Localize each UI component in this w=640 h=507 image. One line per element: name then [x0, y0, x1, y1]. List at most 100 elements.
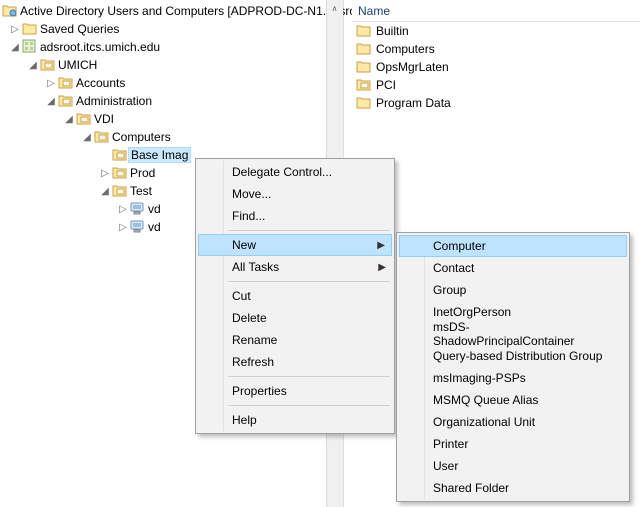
menu-item-label: Rename	[232, 333, 277, 347]
expander-icon[interactable]: ◢	[98, 186, 112, 197]
menu-new-ou[interactable]: Organizational Unit	[399, 411, 627, 433]
tree-item-label: VDI	[92, 111, 116, 127]
list-item-label: Computers	[376, 42, 435, 56]
tree-item-accounts[interactable]: ▷ Accounts	[2, 74, 343, 92]
tree-item-label: vd	[146, 219, 163, 235]
tree-item-label: vd	[146, 201, 163, 217]
menu-item-label: All Tasks	[232, 260, 279, 274]
menu-delete[interactable]: Delete	[198, 307, 392, 329]
list-item-label: OpsMgrLaten	[376, 60, 449, 74]
expander-icon[interactable]: ▷	[116, 204, 130, 215]
menu-cut[interactable]: Cut	[198, 285, 392, 307]
list-item[interactable]: Builtin	[352, 22, 640, 40]
column-header-name[interactable]: Name	[352, 0, 640, 22]
ou-icon	[58, 93, 74, 109]
menu-item-label: Query-based Distribution Group	[433, 349, 602, 363]
ou-icon	[112, 183, 128, 199]
tree-item-label: Base Imag	[128, 147, 191, 163]
menu-item-label: Computer	[433, 239, 486, 253]
list-item-label: Builtin	[376, 24, 409, 38]
container-icon	[356, 41, 372, 57]
container-icon	[356, 59, 372, 75]
tree-item-vdi[interactable]: ◢ VDI	[2, 110, 343, 128]
computer-icon	[130, 219, 146, 235]
menu-new[interactable]: New ▶	[198, 234, 392, 256]
menu-properties[interactable]: Properties	[198, 380, 392, 402]
list-item-label: PCI	[376, 78, 396, 92]
list-body: Builtin Computers OpsMgrLaten PCI Progra…	[352, 22, 640, 112]
container-icon	[356, 23, 372, 39]
expander-icon[interactable]: ◢	[80, 132, 94, 143]
menu-new-msmq-queue-alias[interactable]: MSMQ Queue Alias	[399, 389, 627, 411]
menu-item-label: InetOrgPerson	[433, 305, 511, 319]
menu-new-query-group[interactable]: Query-based Distribution Group	[399, 345, 627, 367]
domain-icon	[22, 39, 38, 55]
menu-item-label: New	[232, 238, 256, 252]
ou-icon	[94, 129, 110, 145]
expander-icon[interactable]: ◢	[44, 96, 58, 107]
menu-new-group[interactable]: Group	[399, 279, 627, 301]
submenu-arrow-icon: ▶	[377, 240, 385, 251]
expander-icon[interactable]: ◢	[8, 42, 22, 53]
ou-icon	[58, 75, 74, 91]
context-menu: Delegate Control... Move... Find... New …	[195, 158, 395, 434]
menu-refresh[interactable]: Refresh	[198, 351, 392, 373]
submenu-new: Computer Contact Group InetOrgPerson msD…	[396, 232, 630, 502]
tree-item-saved-queries[interactable]: ▷ Saved Queries	[2, 20, 343, 38]
tree-item-domain[interactable]: ◢ adsroot.itcs.umich.edu	[2, 38, 343, 56]
menu-item-label: Delegate Control...	[232, 165, 332, 179]
list-item[interactable]: Program Data	[352, 94, 640, 112]
ou-icon	[356, 77, 372, 93]
menu-item-label: Group	[433, 283, 466, 297]
menu-item-label: Contact	[433, 261, 474, 275]
menu-new-msds-shadow[interactable]: msDS-ShadowPrincipalContainer	[399, 323, 627, 345]
tree-item-computers[interactable]: ◢ Computers	[2, 128, 343, 146]
tree-item-label: Prod	[128, 165, 157, 181]
menu-new-computer[interactable]: Computer	[399, 235, 627, 257]
menu-new-msimaging-psps[interactable]: msImaging-PSPs	[399, 367, 627, 389]
expander-icon[interactable]: ▷	[98, 168, 112, 179]
tree-item-label: adsroot.itcs.umich.edu	[38, 39, 162, 55]
menu-item-label: Printer	[433, 437, 468, 451]
tree-item-label: Administration	[74, 93, 154, 109]
list-item-label: Program Data	[376, 96, 451, 110]
menu-new-contact[interactable]: Contact	[399, 257, 627, 279]
container-icon	[356, 95, 372, 111]
menu-new-printer[interactable]: Printer	[399, 433, 627, 455]
ou-icon	[112, 147, 128, 163]
submenu-arrow-icon: ▶	[378, 262, 386, 273]
menu-item-label: MSMQ Queue Alias	[433, 393, 538, 407]
menu-new-user[interactable]: User	[399, 455, 627, 477]
menu-find[interactable]: Find...	[198, 205, 392, 227]
list-item[interactable]: Computers	[352, 40, 640, 58]
ou-icon	[112, 165, 128, 181]
expander-icon[interactable]: ▷	[116, 222, 130, 233]
tree-item-umich[interactable]: ◢ UMICH	[2, 56, 343, 74]
scroll-up-icon[interactable]: ∧	[327, 0, 342, 17]
computer-icon	[130, 201, 146, 217]
expander-icon[interactable]: ◢	[26, 60, 40, 71]
tree-root[interactable]: Active Directory Users and Computers [AD…	[2, 2, 343, 20]
menu-move[interactable]: Move...	[198, 183, 392, 205]
ou-icon	[40, 57, 56, 73]
menu-new-shared-folder[interactable]: Shared Folder	[399, 477, 627, 499]
ou-icon	[76, 111, 92, 127]
expander-icon[interactable]: ◢	[62, 114, 76, 125]
list-item[interactable]: PCI	[352, 76, 640, 94]
expander-icon[interactable]: ▷	[8, 24, 22, 35]
menu-rename[interactable]: Rename	[198, 329, 392, 351]
tree-item-label: UMICH	[56, 57, 99, 73]
tree-item-label: Computers	[110, 129, 173, 145]
menu-separator	[228, 405, 390, 406]
menu-delegate-control[interactable]: Delegate Control...	[198, 161, 392, 183]
menu-help[interactable]: Help	[198, 409, 392, 431]
tree-item-label: Accounts	[74, 75, 127, 91]
menu-all-tasks[interactable]: All Tasks ▶	[198, 256, 392, 278]
tree-item-label: Saved Queries	[38, 21, 121, 37]
list-item[interactable]: OpsMgrLaten	[352, 58, 640, 76]
expander-icon[interactable]: ▷	[44, 78, 58, 89]
column-header-label: Name	[358, 4, 390, 18]
tree-item-administration[interactable]: ◢ Administration	[2, 92, 343, 110]
menu-separator	[228, 376, 390, 377]
folder-icon	[22, 21, 38, 37]
